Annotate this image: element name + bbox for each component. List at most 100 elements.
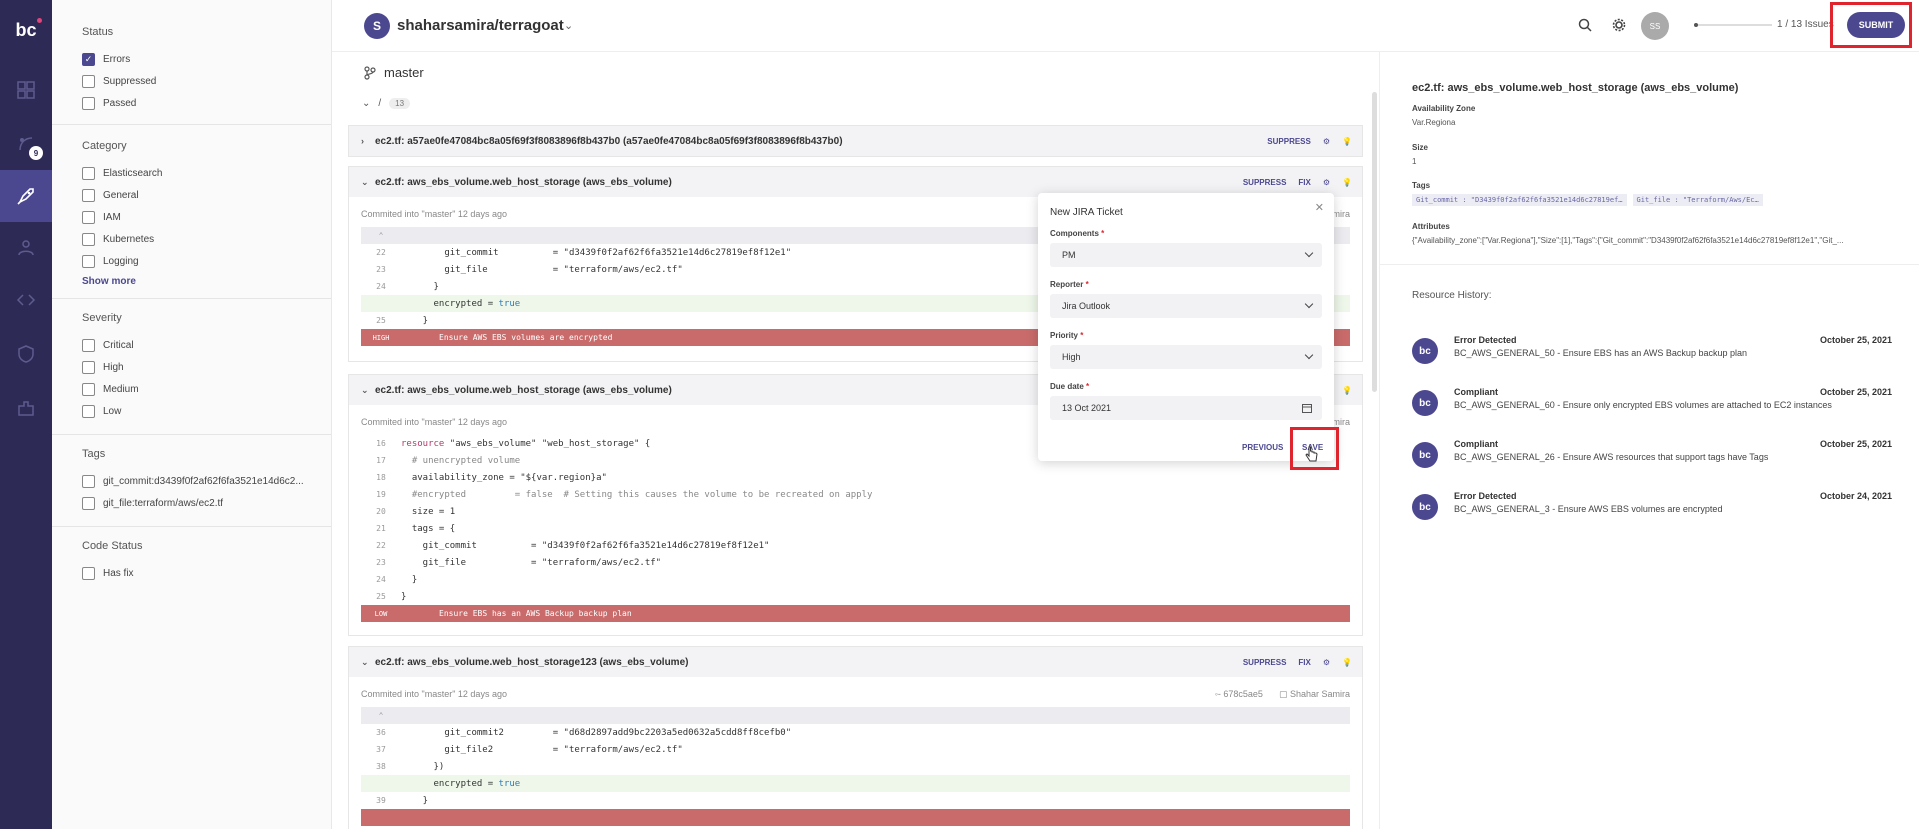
- expand-up-row[interactable]: ⌃: [361, 707, 1350, 724]
- suppress-button[interactable]: SUPPRESS: [1267, 137, 1311, 146]
- code-review-rocket-icon[interactable]: [0, 170, 52, 222]
- checkbox-icon[interactable]: [82, 254, 95, 268]
- incidents-icon[interactable]: 9: [0, 118, 52, 170]
- code-icon[interactable]: [0, 274, 52, 326]
- violation-bar[interactable]: LOW Ensure EBS has an AWS Backup backup p…: [361, 605, 1350, 622]
- resource-history-title: Resource History:: [1412, 290, 1492, 301]
- path-breadcrumb: ⌄ / 13: [362, 98, 411, 109]
- chevron-down-icon[interactable]: ⌄: [361, 177, 375, 188]
- checkbox-icon[interactable]: [82, 360, 95, 374]
- checkbox-icon[interactable]: [82, 232, 95, 246]
- filter-kubernetes[interactable]: Kubernetes: [82, 228, 162, 250]
- jira-ticket-dialog: ✕ New JIRA Ticket Components * PM Report…: [1038, 193, 1334, 461]
- suppress-button[interactable]: SUPPRESS: [1243, 178, 1287, 187]
- filter-tag-git-commit[interactable]: git_commit:d3439f0f2af62f6fa3521e14d6c2.…: [82, 470, 304, 492]
- checkbox-icon[interactable]: [82, 74, 95, 88]
- top-bar: S shaharsamira/terragoat ⌄ SS 1 / 13 Iss…: [332, 0, 1919, 52]
- availability-zone-value: Var.Regiona: [1412, 118, 1456, 127]
- resource-details-panel: ec2.tf: aws_ebs_volume.web_host_storage …: [1379, 52, 1919, 829]
- user-avatar[interactable]: SS: [1641, 12, 1669, 40]
- lightbulb-icon[interactable]: 💡: [1342, 658, 1352, 667]
- chevron-down-icon[interactable]: ⌄: [564, 19, 573, 32]
- lightbulb-icon[interactable]: 💡: [1342, 386, 1352, 395]
- filter-errors[interactable]: ✓ Errors: [82, 48, 156, 70]
- search-icon[interactable]: [1574, 14, 1596, 36]
- users-icon[interactable]: [0, 222, 52, 274]
- bridgecrew-logo[interactable]: bc: [10, 14, 42, 46]
- filter-tag-git-file[interactable]: git_file:terraform/aws/ec2.tf: [82, 492, 304, 514]
- shield-icon[interactable]: [0, 328, 52, 380]
- checkbox-icon[interactable]: [82, 496, 95, 510]
- scrollbar[interactable]: [1372, 92, 1377, 392]
- violation-bar[interactable]: [361, 809, 1350, 826]
- settings-icon[interactable]: ⚙: [1323, 137, 1330, 146]
- filter-high[interactable]: High: [82, 356, 139, 378]
- filter-low[interactable]: Low: [82, 400, 139, 422]
- calendar-icon: [1302, 404, 1312, 413]
- checkbox-icon[interactable]: [82, 382, 95, 396]
- attributes-value: {"Availability_zone":["Var.Regiona"],"Si…: [1412, 236, 1844, 245]
- previous-button[interactable]: PREVIOUS: [1242, 443, 1283, 452]
- repo-name[interactable]: shaharsamira/terragoat: [397, 17, 564, 34]
- checkbox-icon[interactable]: [82, 210, 95, 224]
- lightbulb-icon[interactable]: 💡: [1342, 137, 1352, 146]
- checkbox-icon[interactable]: [82, 474, 95, 488]
- checkbox-icon[interactable]: [82, 338, 95, 352]
- filter-medium[interactable]: Medium: [82, 378, 139, 400]
- reporter-field: Reporter * Jira Outlook: [1050, 280, 1322, 318]
- components-select[interactable]: PM: [1050, 243, 1322, 267]
- commit-icon: ◦-: [1214, 689, 1221, 699]
- dashboard-icon[interactable]: [0, 64, 52, 116]
- filter-logging[interactable]: Logging: [82, 250, 162, 272]
- filter-general[interactable]: General: [82, 184, 162, 206]
- issue-block: ⌄ ec2.tf: aws_ebs_volume.web_host_storag…: [348, 646, 1363, 829]
- priority-select[interactable]: High: [1050, 345, 1322, 369]
- commit-author: Shahar Samira: [1289, 689, 1350, 699]
- issue-block-header[interactable]: ⌄ ec2.tf: aws_ebs_volume.web_host_storag…: [349, 647, 1362, 677]
- suppress-button[interactable]: SUPPRESS: [1243, 658, 1287, 667]
- show-more-link[interactable]: Show more: [82, 276, 162, 287]
- checkbox-icon[interactable]: [82, 404, 95, 418]
- filter-suppressed[interactable]: Suppressed: [82, 70, 156, 92]
- due-date-input[interactable]: 13 Oct 2021: [1050, 396, 1322, 420]
- checkbox-icon[interactable]: [82, 188, 95, 202]
- chevron-right-icon[interactable]: ›: [361, 136, 375, 146]
- resource-title: ec2.tf: aws_ebs_volume.web_host_storage …: [1412, 82, 1739, 94]
- history-item: bc Compliant October 25, 2021 BC_AWS_GEN…: [1412, 439, 1892, 482]
- issue-block-header[interactable]: › ec2.tf: a57ae0fe47084bc8a05f69f3f80838…: [349, 126, 1362, 156]
- fix-button[interactable]: FIX: [1298, 178, 1310, 187]
- close-icon[interactable]: ✕: [1315, 201, 1324, 214]
- settings-icon[interactable]: ⚙: [1323, 178, 1330, 187]
- checkbox-icon[interactable]: [82, 166, 95, 180]
- size-value: 1: [1412, 157, 1417, 166]
- tag-chip[interactable]: Git_commit : "D3439f0f2af62f6fa3521e14d6…: [1412, 194, 1627, 206]
- checkbox-checked-icon[interactable]: ✓: [82, 52, 95, 66]
- integrations-icon[interactable]: [0, 382, 52, 434]
- filter-iam[interactable]: IAM: [82, 206, 162, 228]
- checkbox-icon[interactable]: [82, 566, 95, 580]
- chevron-down-icon[interactable]: ⌄: [361, 385, 375, 396]
- tags-list: Git_commit : "D3439f0f2af62f6fa3521e14d6…: [1412, 194, 1769, 206]
- fix-button[interactable]: FIX: [1298, 658, 1310, 667]
- chevron-down-icon[interactable]: ⌄: [361, 657, 375, 668]
- tag-chip[interactable]: Git_file : "Terraform/Aws/Ec…: [1632, 194, 1763, 206]
- filter-elasticsearch[interactable]: Elasticsearch: [82, 162, 162, 184]
- code-status-filter-title: Code Status: [82, 540, 143, 552]
- mouse-cursor-icon: [1305, 446, 1318, 462]
- commit-hash[interactable]: 678c5ae5: [1223, 689, 1263, 699]
- filter-panel: Status ✓ Errors Suppressed Passed Categor…: [52, 0, 332, 829]
- checkbox-icon[interactable]: [82, 96, 95, 110]
- priority-field: Priority * High: [1050, 331, 1322, 369]
- lightbulb-icon[interactable]: 💡: [1342, 178, 1352, 187]
- chevron-down-icon[interactable]: ⌄: [362, 98, 370, 109]
- filter-critical[interactable]: Critical: [82, 334, 139, 356]
- filter-has-fix[interactable]: Has fix: [82, 562, 143, 584]
- filter-passed[interactable]: Passed: [82, 92, 156, 114]
- category-filter-group: Category Elasticsearch General IAM Kuber…: [82, 140, 162, 287]
- reporter-select[interactable]: Jira Outlook: [1050, 294, 1322, 318]
- submit-highlight-box: [1830, 2, 1912, 48]
- gear-icon[interactable]: [1608, 14, 1630, 36]
- repo-avatar: S: [364, 13, 390, 39]
- branch-selector[interactable]: master: [364, 65, 424, 80]
- settings-icon[interactable]: ⚙: [1323, 658, 1330, 667]
